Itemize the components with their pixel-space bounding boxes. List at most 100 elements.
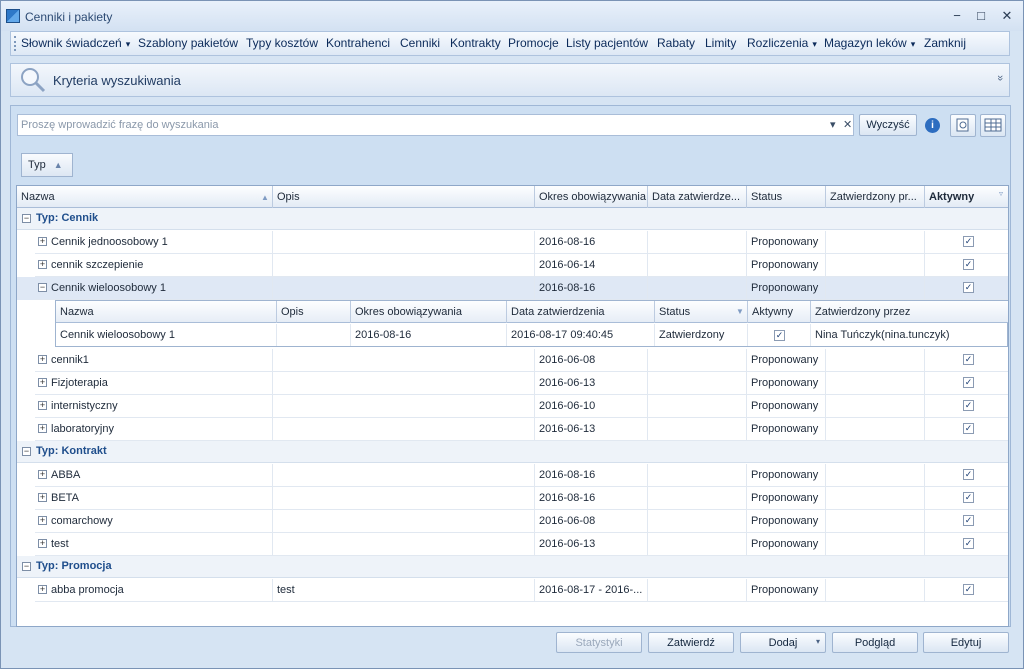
menu-item[interactable]: Rozliczenia ▾ <box>747 36 817 50</box>
menu-item-label: Rabaty <box>657 36 696 50</box>
group-row[interactable]: − Typ: Cennik <box>17 208 1008 230</box>
table-cell: Proponowany <box>747 277 826 300</box>
detail-column-header[interactable]: Opis <box>277 301 351 323</box>
expand-icon[interactable]: + <box>38 424 47 433</box>
preview-button[interactable]: Podgląd <box>832 632 918 653</box>
collapse-icon[interactable]: − <box>38 283 47 292</box>
expand-icon[interactable]: + <box>38 237 47 246</box>
find-settings-button[interactable] <box>950 114 976 137</box>
group-row[interactable]: − Typ: Kontrakt <box>17 441 1008 463</box>
toolbar-grip[interactable] <box>14 36 17 51</box>
statistics-button[interactable]: Statystyki <box>556 632 642 653</box>
maximize-button[interactable]: □ <box>970 7 992 25</box>
search-input[interactable]: Proszę wprowadzić frazę do wyszukania ▾ … <box>17 114 854 136</box>
collapse-icon[interactable]: − <box>22 562 31 571</box>
active-checkbox[interactable]: ✓ <box>963 469 974 480</box>
add-dropdown-icon[interactable]: ▾ <box>816 637 820 646</box>
detail-column-header[interactable]: Data zatwierdzenia <box>507 301 655 323</box>
table-row[interactable]: ABBA 2016-08-16 Proponowany + ✓ <box>17 464 1008 487</box>
active-checkbox[interactable]: ✓ <box>963 377 974 388</box>
expand-criteria-icon[interactable]: » <box>994 75 1006 81</box>
column-header[interactable]: Zatwierdzony pr... <box>826 186 925 208</box>
detail-column-header[interactable]: Aktywny <box>748 301 811 323</box>
table-row[interactable]: Fizjoterapia 2016-06-13 Proponowany + ✓ <box>17 372 1008 395</box>
group-row[interactable]: − Typ: Promocja <box>17 556 1008 578</box>
filter-icon[interactable]: ▿ <box>999 189 1004 198</box>
table-row[interactable]: abba promocja test 2016-08-17 - 2016-... Pr… <box>17 579 1008 602</box>
active-checkbox[interactable]: ✓ <box>963 515 974 526</box>
active-checkbox[interactable]: ✓ <box>963 282 974 293</box>
expand-icon[interactable]: + <box>38 355 47 364</box>
collapse-icon[interactable]: − <box>22 447 31 456</box>
expand-icon[interactable]: + <box>38 401 47 410</box>
table-row[interactable]: BETA 2016-08-16 Proponowany + ✓ <box>17 487 1008 510</box>
search-clear-icon[interactable]: ✕ <box>843 118 852 131</box>
menu-item[interactable]: Szablony pakietów <box>138 36 238 50</box>
active-checkbox[interactable]: ✓ <box>963 492 974 503</box>
table-row[interactable]: internistyczny 2016-06-10 Proponowany + ✓ <box>17 395 1008 418</box>
menu-item[interactable]: Promocje <box>508 36 559 50</box>
table-row[interactable]: laboratoryjny 2016-06-13 Proponowany + ✓ <box>17 418 1008 441</box>
detail-active-checkbox[interactable]: ✓ <box>774 330 785 341</box>
active-checkbox[interactable]: ✓ <box>963 354 974 365</box>
menu-item[interactable]: Typy kosztów <box>246 36 318 50</box>
active-checkbox[interactable]: ✓ <box>963 423 974 434</box>
menu-item[interactable]: Listy pacjentów <box>566 36 648 50</box>
expand-icon[interactable]: + <box>38 493 47 502</box>
expand-icon[interactable]: + <box>38 539 47 548</box>
table-row[interactable]: cennik szczepienie 2016-06-14 Proponowany +… <box>17 254 1008 277</box>
column-header[interactable]: Okres obowiązywania <box>535 186 648 208</box>
column-header[interactable]: Opis <box>273 186 535 208</box>
expand-icon[interactable]: + <box>38 378 47 387</box>
table-cell <box>826 277 925 300</box>
table-cell: cennik szczepienie <box>35 254 273 277</box>
menu-item[interactable]: Rabaty <box>657 36 695 50</box>
approve-button[interactable]: Zatwierdź <box>648 632 734 653</box>
column-header[interactable]: Status <box>747 186 826 208</box>
table-row[interactable]: test 2016-06-13 Proponowany + ✓ <box>17 533 1008 556</box>
detail-column-header[interactable]: Status <box>655 301 748 323</box>
active-checkbox[interactable]: ✓ <box>963 236 974 247</box>
table-row[interactable]: comarchowy 2016-06-08 Proponowany + ✓ <box>17 510 1008 533</box>
column-header[interactable]: Aktywny <box>925 186 1008 208</box>
table-cell: 2016-08-16 <box>535 231 648 254</box>
info-icon[interactable]: i <box>925 118 940 133</box>
table-cell: BETA <box>35 487 273 510</box>
column-header[interactable]: Data zatwierdze... <box>648 186 747 208</box>
expand-icon[interactable]: + <box>38 470 47 479</box>
clear-button[interactable]: Wyczyść <box>859 114 917 136</box>
table-cell <box>648 464 747 487</box>
expand-icon[interactable]: + <box>38 260 47 269</box>
grid-layout-button[interactable] <box>980 114 1006 137</box>
search-criteria-panel[interactable]: Kryteria wyszukiwania » <box>10 63 1010 97</box>
menu-item[interactable]: Limity <box>705 36 736 50</box>
edit-button[interactable]: Edytuj <box>923 632 1009 653</box>
menu-item[interactable]: Zamknij <box>924 36 966 50</box>
table-cell: Proponowany <box>747 372 826 395</box>
close-button[interactable]: ✕ <box>996 7 1018 25</box>
menu-item[interactable]: Kontrahenci <box>326 36 390 50</box>
menu-item[interactable]: Słownik świadczeń ▾ <box>21 36 130 50</box>
group-by-chip[interactable]: Typ ▲ <box>21 153 73 177</box>
minimize-button[interactable]: − <box>946 7 968 25</box>
add-button[interactable]: Dodaj ▾ <box>740 632 826 653</box>
expand-icon[interactable]: + <box>38 516 47 525</box>
menu-item[interactable]: Kontrakty <box>450 36 501 50</box>
active-checkbox[interactable]: ✓ <box>963 584 974 595</box>
expand-icon[interactable]: + <box>38 585 47 594</box>
menu-item[interactable]: Cenniki <box>400 36 440 50</box>
table-row[interactable]: cennik1 2016-06-08 Proponowany + ✓ <box>17 349 1008 372</box>
menu-item[interactable]: Magazyn leków ▾ <box>824 36 915 50</box>
column-header[interactable]: Nazwa <box>17 186 273 208</box>
detail-column-header[interactable]: Zatwierdzony przez <box>811 301 1008 323</box>
table-row[interactable]: Cennik wieloosobowy 1 2016-08-16 Proponowa… <box>17 277 1008 300</box>
active-checkbox[interactable]: ✓ <box>963 400 974 411</box>
active-checkbox[interactable]: ✓ <box>963 259 974 270</box>
table-row[interactable]: Cennik jednoosobowy 1 2016-08-16 Proponowa… <box>17 231 1008 254</box>
collapse-icon[interactable]: − <box>22 214 31 223</box>
detail-column-header[interactable]: Okres obowiązywania <box>351 301 507 323</box>
table-cell <box>826 349 925 372</box>
detail-column-header[interactable]: Nazwa <box>56 301 277 323</box>
search-dropdown-icon[interactable]: ▾ <box>830 118 836 131</box>
active-checkbox[interactable]: ✓ <box>963 538 974 549</box>
